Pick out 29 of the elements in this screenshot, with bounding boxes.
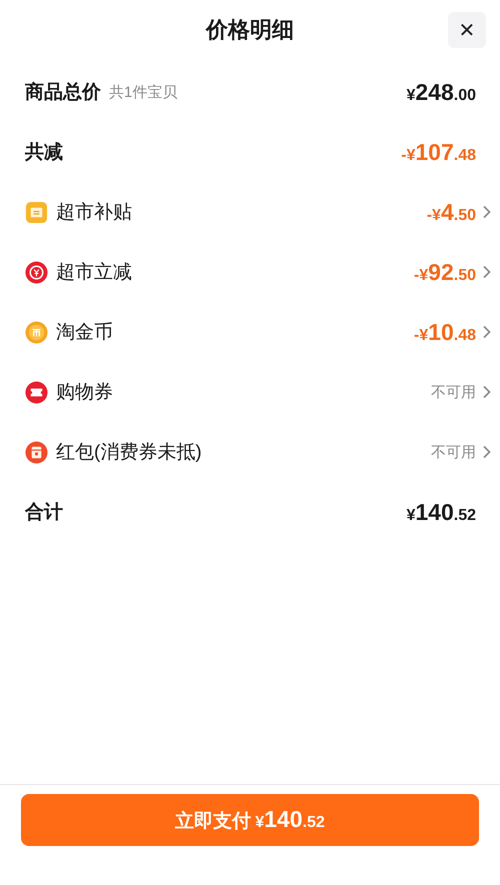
yen-badge-icon bbox=[25, 260, 48, 284]
amount: -¥10.48 bbox=[414, 318, 476, 346]
coin-icon bbox=[25, 320, 48, 344]
row-label: 超市补贴 bbox=[56, 201, 132, 225]
row-label: 淘金币 bbox=[56, 321, 113, 345]
chevron-icon bbox=[482, 445, 492, 459]
close-button[interactable]: ✕ bbox=[448, 12, 486, 48]
status-text: 不可用 bbox=[431, 442, 476, 462]
amount: ¥248.00 bbox=[406, 78, 476, 106]
ticket-icon bbox=[25, 380, 48, 404]
amount: -¥107.48 bbox=[401, 138, 476, 166]
row-label: 商品总价 bbox=[25, 80, 101, 105]
row-label: 超市立减 bbox=[56, 261, 132, 285]
status-text: 不可用 bbox=[431, 382, 476, 402]
chevron-icon bbox=[482, 385, 492, 399]
item-count: 共1件宝贝 bbox=[109, 82, 178, 102]
row-label: 购物券 bbox=[56, 381, 113, 405]
chevron-icon bbox=[482, 265, 492, 279]
envelope-icon bbox=[25, 440, 48, 464]
bag-icon bbox=[25, 200, 48, 224]
sheet-title: 价格明细 bbox=[206, 16, 294, 44]
amount: ¥140.52 bbox=[406, 498, 476, 526]
row-label: 合计 bbox=[25, 501, 63, 525]
row-label: 共减 bbox=[25, 141, 63, 165]
amount: -¥92.50 bbox=[414, 258, 476, 286]
row-label: 红包(消费券未抵) bbox=[56, 441, 202, 465]
chevron-icon bbox=[482, 325, 492, 339]
chevron-icon bbox=[482, 205, 492, 219]
amount: -¥4.50 bbox=[426, 198, 476, 226]
